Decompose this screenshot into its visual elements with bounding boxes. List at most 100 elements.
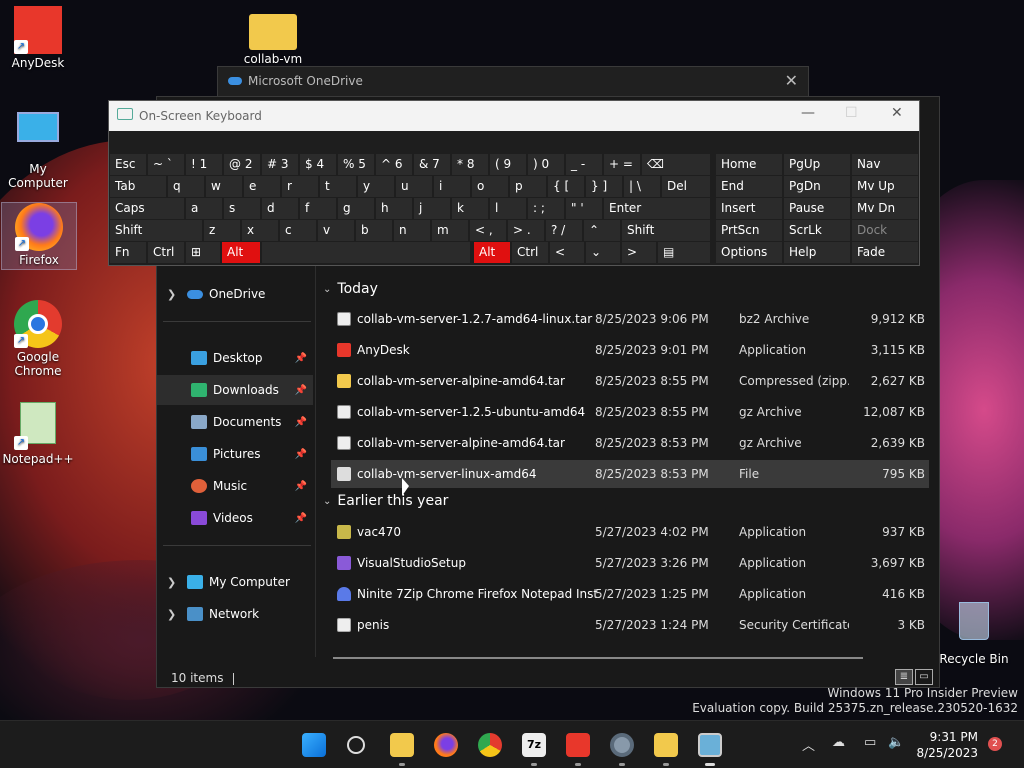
- group-header-today[interactable]: ⌄ Today: [323, 281, 378, 297]
- desktop-icon-firefox[interactable]: ↗ Firefox: [1, 202, 77, 270]
- osk-key[interactable]: ~ `: [148, 154, 184, 175]
- osk-key[interactable]: : ;: [528, 198, 564, 219]
- osk-key[interactable]: ? /: [546, 220, 582, 241]
- osk-key[interactable]: v: [318, 220, 354, 241]
- osk-key-help[interactable]: Help: [784, 242, 850, 263]
- pin-icon[interactable]: 📌: [295, 385, 307, 396]
- osk-key-end[interactable]: End: [716, 176, 782, 197]
- osk-key[interactable]: a: [186, 198, 222, 219]
- osk-key[interactable]: b: [356, 220, 392, 241]
- osk-key-insert[interactable]: Insert: [716, 198, 782, 219]
- osk-key[interactable]: j: [414, 198, 450, 219]
- firefox-icon[interactable]: [434, 733, 458, 757]
- table-row[interactable]: penis 5/27/2023 1:24 PM Security Certifi…: [331, 611, 929, 639]
- chevron-down-icon[interactable]: ⌄: [323, 496, 331, 507]
- osk-key-right-ctrl[interactable]: Ctrl: [512, 242, 548, 263]
- table-row[interactable]: collab-vm-server-1.2.7-amd64-linux.tar 8…: [331, 305, 929, 333]
- osk-key-menu[interactable]: ▤: [658, 242, 710, 263]
- osk-key[interactable]: f: [300, 198, 336, 219]
- osk-key[interactable]: c: [280, 220, 316, 241]
- table-row[interactable]: vac470 5/27/2023 4:02 PM Application 937…: [331, 518, 929, 546]
- desktop-icon-notepad-plus-plus[interactable]: ↗ Notepad++: [0, 400, 76, 466]
- chevron-right-icon[interactable]: ❯: [167, 288, 183, 301]
- osk-key[interactable]: p: [510, 176, 546, 197]
- osk-key[interactable]: k: [452, 198, 488, 219]
- nav-item-desktop[interactable]: Desktop 📌: [157, 343, 313, 373]
- osk-key[interactable]: _ -: [566, 154, 602, 175]
- osk-key-dock[interactable]: Dock: [852, 220, 918, 241]
- nav-item-network[interactable]: ❯ Network: [157, 599, 313, 629]
- osk-key-down-arrow[interactable]: ⌄: [586, 242, 620, 263]
- chevron-down-icon[interactable]: ⌄: [323, 284, 331, 295]
- pin-icon[interactable]: 📌: [295, 449, 307, 460]
- nav-item-downloads[interactable]: Downloads 📌: [157, 375, 313, 405]
- osk-key-del[interactable]: Del: [662, 176, 710, 197]
- osk-key[interactable]: y: [358, 176, 394, 197]
- osk-key[interactable]: & 7: [414, 154, 450, 175]
- volume-icon[interactable]: 🔈: [888, 735, 904, 750]
- group-header-earlier-this-year[interactable]: ⌄ Earlier this year: [323, 493, 448, 509]
- osk-key[interactable]: w: [206, 176, 242, 197]
- osk-key[interactable]: q: [168, 176, 204, 197]
- osk-key[interactable]: < ,: [470, 220, 506, 241]
- osk-key-pgdn[interactable]: PgDn: [784, 176, 850, 197]
- pin-icon[interactable]: 📌: [295, 513, 307, 524]
- pin-icon[interactable]: 📌: [295, 481, 307, 492]
- minimize-icon[interactable]: —: [801, 105, 815, 121]
- osk-key-options[interactable]: Options: [716, 242, 782, 263]
- osk-key[interactable]: x: [242, 220, 278, 241]
- osk-key-shift[interactable]: Shift: [110, 220, 202, 241]
- osk-key[interactable]: i: [434, 176, 470, 197]
- osk-key[interactable]: s: [224, 198, 260, 219]
- anydesk-icon[interactable]: [566, 733, 590, 757]
- osk-key-up-arrow[interactable]: ⌃: [584, 220, 620, 241]
- clock[interactable]: 9:31 PM 8/25/2023: [916, 729, 978, 761]
- osk-key-caps[interactable]: Caps: [110, 198, 184, 219]
- table-row[interactable]: AnyDesk 8/25/2023 9:01 PM Application 3,…: [331, 336, 929, 364]
- nav-item-documents[interactable]: Documents 📌: [157, 407, 313, 437]
- osk-key-right-shift[interactable]: Shift: [622, 220, 710, 241]
- osk-key[interactable]: ! 1: [186, 154, 222, 175]
- osk-key-mvdn[interactable]: Mv Dn: [852, 198, 918, 219]
- osk-key[interactable]: % 5: [338, 154, 374, 175]
- osk-key[interactable]: { [: [548, 176, 584, 197]
- osk-key-home[interactable]: Home: [716, 154, 782, 175]
- osk-key[interactable]: z: [204, 220, 240, 241]
- osk-key-alt[interactable]: Alt: [222, 242, 260, 263]
- osk-key[interactable]: m: [432, 220, 468, 241]
- osk-key-fade[interactable]: Fade: [852, 242, 918, 263]
- osk-key-esc[interactable]: Esc: [110, 154, 146, 175]
- osk-key[interactable]: ( 9: [490, 154, 526, 175]
- osk-key[interactable]: " ': [566, 198, 602, 219]
- nav-item-videos[interactable]: Videos 📌: [157, 503, 313, 533]
- osk-key[interactable]: ^ 6: [376, 154, 412, 175]
- osk-key[interactable]: # 3: [262, 154, 298, 175]
- osk-key-windows[interactable]: ⊞: [186, 242, 220, 263]
- pin-icon[interactable]: 📌: [295, 353, 307, 364]
- nav-item-music[interactable]: Music 📌: [157, 471, 313, 501]
- nav-item-onedrive[interactable]: ❯ OneDrive: [157, 279, 313, 309]
- horizontal-scrollbar[interactable]: [333, 657, 863, 659]
- search-icon[interactable]: [347, 736, 365, 754]
- osk-key[interactable]: @ 2: [224, 154, 260, 175]
- osk-key-right-arrow[interactable]: >: [622, 242, 656, 263]
- chevron-right-icon[interactable]: ❯: [167, 608, 183, 621]
- table-row[interactable]: Ninite 7Zip Chrome Firefox Notepad Inst.…: [331, 580, 929, 608]
- osk-key[interactable]: g: [338, 198, 374, 219]
- nav-item-pictures[interactable]: Pictures 📌: [157, 439, 313, 469]
- table-row[interactable]: VisualStudioSetup 5/27/2023 3:26 PM Appl…: [331, 549, 929, 577]
- osk-key[interactable]: d: [262, 198, 298, 219]
- chevron-right-icon[interactable]: ❯: [167, 576, 183, 589]
- table-row[interactable]: collab-vm-server-alpine-amd64.tar 8/25/2…: [331, 367, 929, 395]
- osk-key[interactable]: > .: [508, 220, 544, 241]
- desktop-icon-collab-vm[interactable]: collab-vm: [235, 10, 311, 64]
- osk-key[interactable]: e: [244, 176, 280, 197]
- 7zip-icon[interactable]: 7z: [522, 733, 546, 757]
- osk-key-left-arrow[interactable]: <: [550, 242, 584, 263]
- file-explorer-icon[interactable]: [390, 733, 414, 757]
- onedrive-folder-icon[interactable]: [654, 733, 678, 757]
- osk-key[interactable]: u: [396, 176, 432, 197]
- osk-key[interactable]: o: [472, 176, 508, 197]
- osk-key[interactable]: t: [320, 176, 356, 197]
- table-row[interactable]: collab-vm-server-alpine-amd64.tar 8/25/2…: [331, 429, 929, 457]
